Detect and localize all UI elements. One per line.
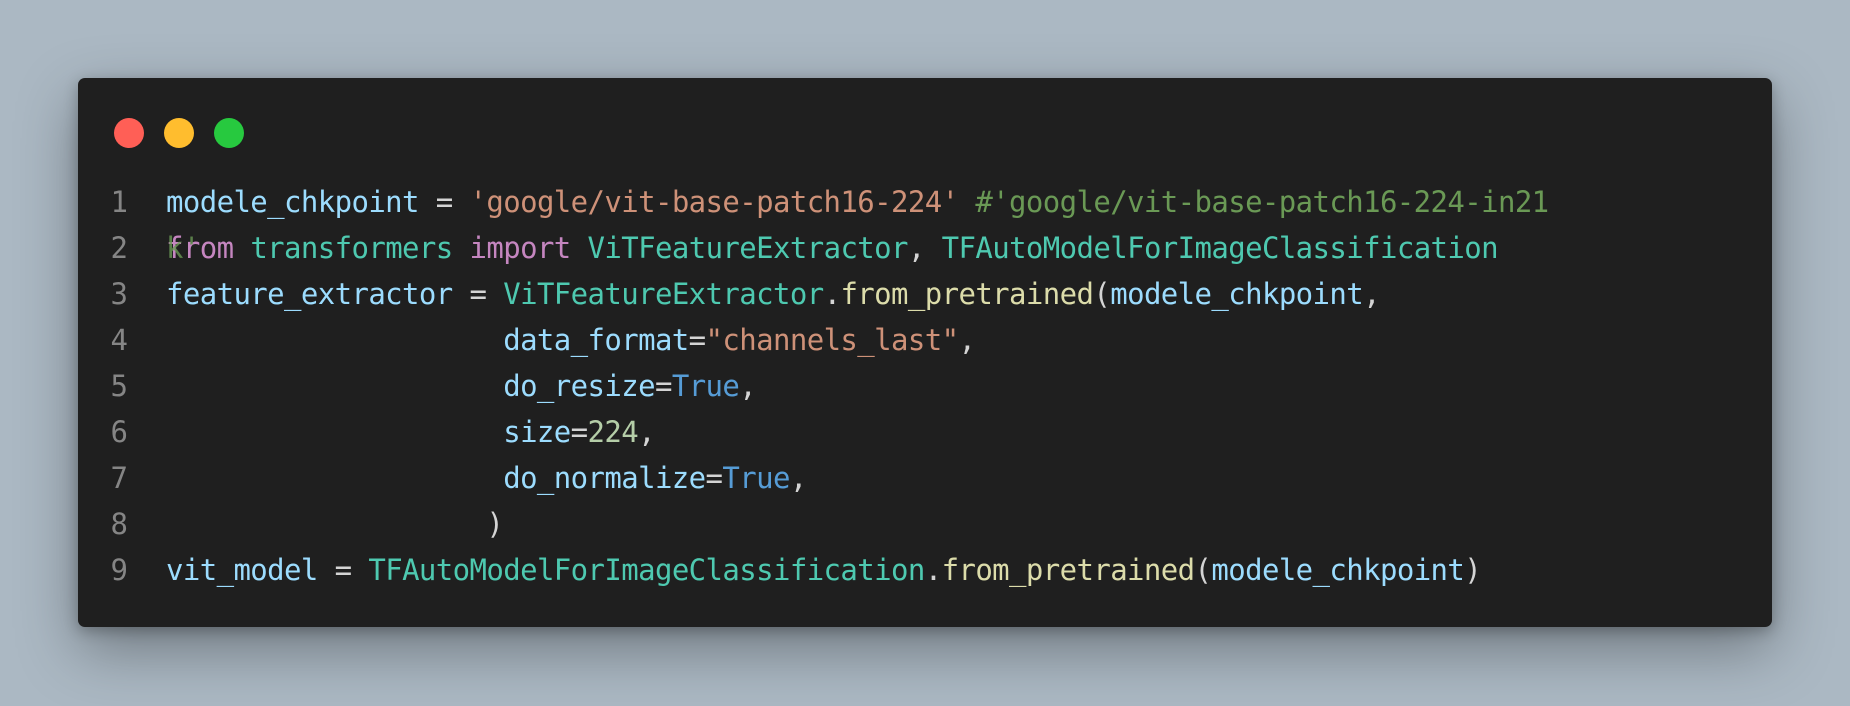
window-controls	[114, 118, 244, 148]
code-token: =	[654, 369, 672, 403]
code-token: from_pretrained	[840, 277, 1094, 311]
code-token: ,	[739, 369, 757, 403]
code-token: TFAutoModelForImageClassification	[941, 231, 1499, 265]
code-token: =	[452, 277, 504, 311]
minimize-button[interactable]	[164, 118, 194, 148]
code-token: ViTFeatureExtractor	[503, 277, 824, 311]
code-text: do_resize=True,	[166, 363, 757, 409]
code-token: do_normalize	[503, 461, 706, 495]
code-token: feature_extractor	[166, 277, 453, 311]
code-line: 8 )	[78, 501, 1772, 547]
code-token: .	[823, 277, 841, 311]
code-token: transformers	[233, 231, 470, 265]
code-token: import	[469, 231, 572, 265]
overflow-text: k'	[166, 231, 200, 265]
code-window: 1 modele_chkpoint = 'google/vit-base-patc…	[78, 78, 1772, 627]
code-token: (	[1194, 553, 1212, 587]
code-token: modele_chkpoint	[1211, 553, 1465, 587]
line-number: 4	[110, 323, 128, 357]
code-token: "channels_last"	[705, 323, 960, 357]
line-number: 9	[110, 553, 128, 587]
code-token: #'google/vit-base-patch16-224-in21	[975, 185, 1549, 219]
code-text: from transformers import ViTFeatureExtra…	[166, 225, 1499, 271]
code-token: TFAutoModelForImageClassification	[368, 553, 925, 587]
line-number: 6	[110, 415, 128, 449]
code-line: 3 feature_extractor = ViTFeatureExtractor…	[78, 271, 1772, 317]
line-number: 3	[110, 277, 128, 311]
code-text: feature_extractor = ViTFeatureExtractor.…	[166, 271, 1381, 317]
code-text: modele_chkpoint = 'google/vit-base-patch…	[166, 179, 1549, 225]
code-token: =	[317, 553, 369, 587]
code-block[interactable]: 1 modele_chkpoint = 'google/vit-base-patc…	[78, 179, 1772, 619]
code-token: True	[671, 369, 740, 403]
code-text: )	[166, 501, 503, 547]
code-token: 'google/vit-base-patch16-224'	[469, 185, 960, 219]
code-text: do_normalize=True,	[166, 455, 807, 501]
code-token: data_format	[503, 323, 689, 357]
code-line: 4 data_format="channels_last",	[78, 317, 1772, 363]
line-number: 5	[110, 369, 128, 403]
code-token: True	[722, 461, 790, 495]
line-number: 2	[110, 231, 128, 265]
code-line: 1 modele_chkpoint = 'google/vit-base-patc…	[78, 179, 1772, 225]
code-text: data_format="channels_last",	[166, 317, 976, 363]
code-text: vit_model = TFAutoModelForImageClassific…	[166, 547, 1482, 593]
code-token: size	[503, 415, 571, 449]
code-token: =	[418, 185, 470, 219]
code-token: from_pretrained	[941, 553, 1196, 587]
line-number: 8	[110, 507, 128, 541]
code-line: 6 size=224,	[78, 409, 1772, 455]
code-line: 9 vit_model = TFAutoModelForImageClassifi…	[78, 547, 1772, 593]
code-line: 5 do_resize=True,	[78, 363, 1772, 409]
code-token: =	[570, 415, 588, 449]
code-token: )	[486, 507, 504, 541]
line-number: 7	[110, 461, 128, 495]
code-token: )	[1464, 553, 1482, 587]
code-token: 224	[587, 415, 639, 449]
code-token: modele_chkpoint	[1110, 277, 1364, 311]
code-token: ,	[907, 231, 942, 265]
code-token: ,	[638, 415, 655, 449]
code-token: .	[924, 553, 942, 587]
code-line: 7 do_normalize=True,	[78, 455, 1772, 501]
code-token: =	[705, 461, 723, 495]
code-token: vit_model	[166, 553, 318, 587]
code-token: modele_chkpoint	[166, 185, 420, 219]
code-token: ,	[1363, 277, 1380, 311]
close-button[interactable]	[114, 118, 144, 148]
code-text: size=224,	[166, 409, 655, 455]
code-token: do_resize	[503, 369, 655, 403]
code-token: (	[1093, 277, 1111, 311]
code-token: ,	[789, 461, 807, 495]
code-token: =	[688, 323, 706, 357]
line-number: 1	[110, 185, 128, 219]
code-token: ViTFeatureExtractor	[587, 231, 909, 265]
maximize-button[interactable]	[214, 118, 244, 148]
code-line: 2 from transformers import ViTFeatureExtr…	[78, 225, 1772, 271]
code-token: ,	[958, 323, 976, 357]
